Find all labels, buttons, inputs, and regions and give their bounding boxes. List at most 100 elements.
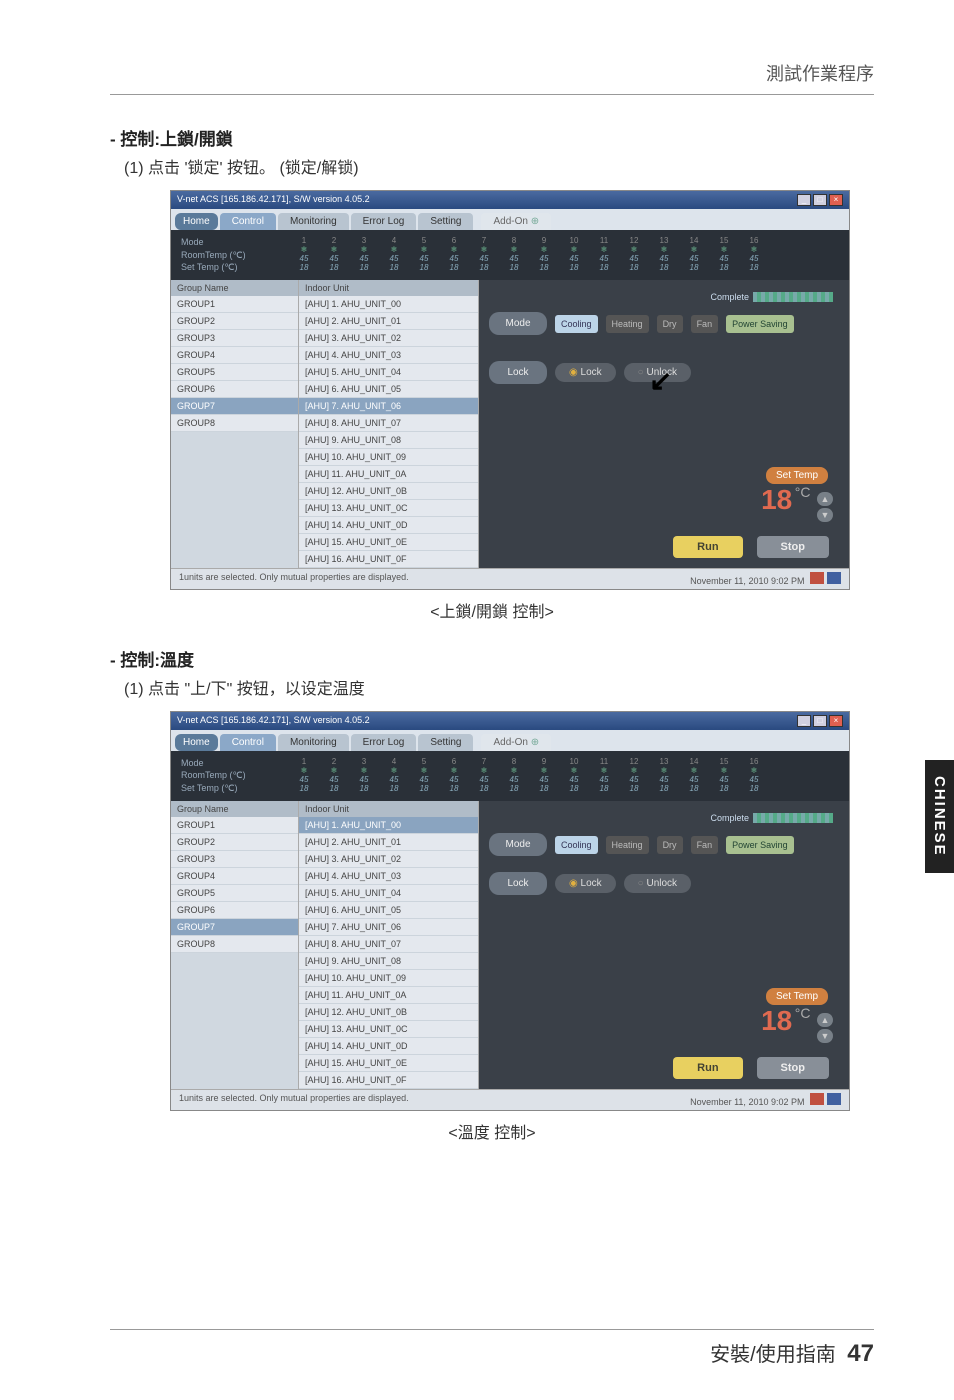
unit-item[interactable]: [AHU] 7. AHU_UNIT_06 — [299, 398, 478, 415]
unit-item[interactable]: [AHU] 12. AHU_UNIT_0B — [299, 483, 478, 500]
tab-addon[interactable]: Add-On — [481, 213, 551, 230]
tab-errorlog[interactable]: Error Log — [351, 213, 417, 230]
unit-item[interactable]: [AHU] 11. AHU_UNIT_0A — [299, 466, 478, 483]
group-item[interactable]: GROUP4 — [171, 868, 298, 885]
group-item[interactable]: GROUP2 — [171, 313, 298, 330]
mode-dry[interactable]: Dry — [657, 315, 683, 333]
mode-label: Mode — [489, 312, 547, 335]
mode-heating[interactable]: Heating — [606, 836, 649, 854]
unit-item[interactable]: [AHU] 9. AHU_UNIT_08 — [299, 953, 478, 970]
mode-heating[interactable]: Heating — [606, 315, 649, 333]
window-title: V-net ACS [165.186.42.171], S/W version … — [177, 715, 370, 727]
unit-item[interactable]: [AHU] 6. AHU_UNIT_05 — [299, 381, 478, 398]
unit-item[interactable]: [AHU] 13. AHU_UNIT_0C — [299, 1021, 478, 1038]
tab-control[interactable]: Control — [220, 734, 276, 751]
unit-item[interactable]: [AHU] 14. AHU_UNIT_0D — [299, 1038, 478, 1055]
mode-power-saving[interactable]: Power Saving — [726, 836, 794, 854]
stop-button[interactable]: Stop — [757, 536, 829, 558]
band-grid: 1❄45182❄45183❄45184❄45185❄45186❄45187❄45… — [291, 236, 839, 272]
lock-button[interactable]: ◉ Lock — [555, 363, 616, 382]
minimize-button[interactable]: _ — [797, 194, 811, 206]
temp-up-button[interactable]: ▲ — [817, 1013, 833, 1027]
group-item[interactable]: GROUP3 — [171, 851, 298, 868]
maximize-button[interactable]: □ — [813, 715, 827, 727]
unit-item[interactable]: [AHU] 3. AHU_UNIT_02 — [299, 330, 478, 347]
mode-cooling[interactable]: Cooling — [555, 836, 598, 854]
group-item[interactable]: GROUP1 — [171, 817, 298, 834]
unit-item[interactable]: [AHU] 1. AHU_UNIT_00 — [299, 817, 478, 834]
unit-item[interactable]: [AHU] 7. AHU_UNIT_06 — [299, 919, 478, 936]
tab-home[interactable]: Home — [175, 734, 218, 751]
band-column: 2❄4518 — [321, 757, 347, 793]
unit-item[interactable]: [AHU] 2. AHU_UNIT_01 — [299, 834, 478, 851]
unlock-button[interactable]: ○ Unlock — [624, 874, 691, 893]
page-header: 測試作業程序 — [110, 60, 874, 95]
group-item[interactable]: GROUP7 — [171, 398, 298, 415]
unit-item[interactable]: [AHU] 3. AHU_UNIT_02 — [299, 851, 478, 868]
unlock-button[interactable]: ○ Unlock — [624, 363, 691, 382]
mode-fan[interactable]: Fan — [691, 315, 719, 333]
unit-list: Indoor Unit [AHU] 1. AHU_UNIT_00[AHU] 2.… — [299, 801, 479, 1089]
unit-item[interactable]: [AHU] 10. AHU_UNIT_09 — [299, 970, 478, 987]
group-item[interactable]: GROUP5 — [171, 364, 298, 381]
tab-control[interactable]: Control — [220, 213, 276, 230]
lock-button[interactable]: ◉ Lock — [555, 874, 616, 893]
group-item[interactable]: GROUP8 — [171, 415, 298, 432]
close-button[interactable]: × — [829, 715, 843, 727]
unit-item[interactable]: [AHU] 11. AHU_UNIT_0A — [299, 987, 478, 1004]
group-item[interactable]: GROUP7 — [171, 919, 298, 936]
unit-item[interactable]: [AHU] 13. AHU_UNIT_0C — [299, 500, 478, 517]
unit-item[interactable]: [AHU] 5. AHU_UNIT_04 — [299, 885, 478, 902]
run-button[interactable]: Run — [673, 1057, 742, 1079]
unit-item[interactable]: [AHU] 10. AHU_UNIT_09 — [299, 449, 478, 466]
unit-item[interactable]: [AHU] 15. AHU_UNIT_0E — [299, 534, 478, 551]
unit-item[interactable]: [AHU] 9. AHU_UNIT_08 — [299, 432, 478, 449]
mode-power-saving[interactable]: Power Saving — [726, 315, 794, 333]
stop-button[interactable]: Stop — [757, 1057, 829, 1079]
mode-cooling[interactable]: Cooling — [555, 315, 598, 333]
unit-item[interactable]: [AHU] 2. AHU_UNIT_01 — [299, 313, 478, 330]
tab-home[interactable]: Home — [175, 213, 218, 230]
status-right: November 11, 2010 9:02 PM — [690, 1097, 804, 1107]
unit-item[interactable]: [AHU] 15. AHU_UNIT_0E — [299, 1055, 478, 1072]
group-item[interactable]: GROUP6 — [171, 381, 298, 398]
unit-header: Indoor Unit — [299, 280, 478, 296]
unit-item[interactable]: [AHU] 8. AHU_UNIT_07 — [299, 415, 478, 432]
unit-item[interactable]: [AHU] 8. AHU_UNIT_07 — [299, 936, 478, 953]
band-column: 1❄4518 — [291, 757, 317, 793]
group-item[interactable]: GROUP5 — [171, 885, 298, 902]
unit-item[interactable]: [AHU] 14. AHU_UNIT_0D — [299, 517, 478, 534]
unit-item[interactable]: [AHU] 5. AHU_UNIT_04 — [299, 364, 478, 381]
group-item[interactable]: GROUP4 — [171, 347, 298, 364]
run-button[interactable]: Run — [673, 536, 742, 558]
mode-fan[interactable]: Fan — [691, 836, 719, 854]
unit-item[interactable]: [AHU] 16. AHU_UNIT_0F — [299, 1072, 478, 1089]
tab-monitoring[interactable]: Monitoring — [278, 213, 349, 230]
group-item[interactable]: GROUP6 — [171, 902, 298, 919]
unit-item[interactable]: [AHU] 1. AHU_UNIT_00 — [299, 296, 478, 313]
tab-monitoring[interactable]: Monitoring — [278, 734, 349, 751]
close-button[interactable]: × — [829, 194, 843, 206]
tab-setting[interactable]: Setting — [418, 734, 473, 751]
unit-item[interactable]: [AHU] 4. AHU_UNIT_03 — [299, 868, 478, 885]
group-item[interactable]: GROUP2 — [171, 834, 298, 851]
temp-down-button[interactable]: ▼ — [817, 1029, 833, 1043]
mode-dry[interactable]: Dry — [657, 836, 683, 854]
unit-item[interactable]: [AHU] 16. AHU_UNIT_0F — [299, 551, 478, 568]
temp-up-button[interactable]: ▲ — [817, 492, 833, 506]
tab-setting[interactable]: Setting — [418, 213, 473, 230]
unit-item[interactable]: [AHU] 12. AHU_UNIT_0B — [299, 1004, 478, 1021]
temp-down-button[interactable]: ▼ — [817, 508, 833, 522]
band-column: 3❄4518 — [351, 236, 377, 272]
tab-errorlog[interactable]: Error Log — [351, 734, 417, 751]
group-item[interactable]: GROUP8 — [171, 936, 298, 953]
unit-item[interactable]: [AHU] 4. AHU_UNIT_03 — [299, 347, 478, 364]
complete-label: Complete — [489, 290, 839, 305]
maximize-button[interactable]: □ — [813, 194, 827, 206]
group-item[interactable]: GROUP3 — [171, 330, 298, 347]
group-item[interactable]: GROUP1 — [171, 296, 298, 313]
language-tab: CHINESE — [925, 760, 954, 873]
tab-addon[interactable]: Add-On — [481, 734, 551, 751]
minimize-button[interactable]: _ — [797, 715, 811, 727]
unit-item[interactable]: [AHU] 6. AHU_UNIT_05 — [299, 902, 478, 919]
